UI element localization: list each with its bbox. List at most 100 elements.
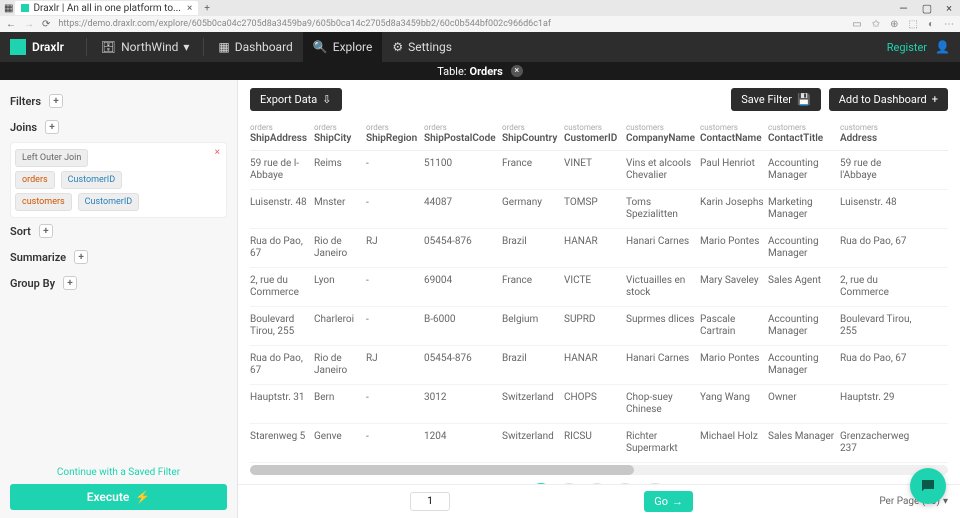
page-1[interactable]: 1 [530,483,552,484]
url-text[interactable]: https://demo.draxlr.com/explore/605b0ca0… [58,19,844,29]
page-last[interactable]: 83 [642,483,668,484]
user-icon[interactable]: 👤 [935,40,950,54]
export-button[interactable]: Export Data ⇩ [250,88,342,111]
plus-icon: + [932,93,938,106]
join-right-col[interactable]: CustomerID [78,193,140,211]
add-join-button[interactable]: + [45,120,59,134]
sort-section: Sort + [10,218,227,244]
join-config[interactable]: × Left Outer Join orders CustomerID cust… [10,142,227,218]
join-left-table[interactable]: orders [15,171,55,189]
groupby-section: Group By + [10,270,227,296]
nav-dashboard[interactable]: ▦ Dashboard [208,32,302,62]
table-indicator: Table: Orders × [0,62,960,80]
window-titlebar: ▦ Draxlr | An all in one platform to... … [0,0,960,16]
extensions-icon[interactable]: ⬚ [909,19,918,30]
page-input[interactable] [410,492,450,511]
remove-join-icon[interactable]: × [215,147,220,158]
joins-section: Joins + [10,114,227,140]
clear-table-icon[interactable]: × [511,65,523,77]
summarize-section: Summarize + [10,244,227,270]
register-link[interactable]: Register [879,41,935,54]
results-panel: Export Data ⇩ Save Filter 💾 Add to Dashb… [238,80,960,518]
nav-explore[interactable]: 🔍 Explore [303,32,383,62]
nav-forward-icon: → [24,19,34,30]
join-type-chip[interactable]: Left Outer Join [15,149,88,167]
browser-tab[interactable]: Draxlr | An all in one platform to... × [15,1,198,15]
gear-icon: ⚙ [392,40,403,54]
col-ShipRegion[interactable]: ordersShipRegion [366,123,424,144]
new-tab-icon[interactable]: + [204,3,210,14]
window-minimize-icon[interactable]: — [899,2,908,15]
go-button[interactable]: Go → [644,491,693,512]
dashboard-icon: ▦ [218,40,229,54]
db-selector[interactable]: 🗄 NorthWind ▾ [91,32,200,62]
chevron-down-icon: ▾ [183,40,189,54]
favorite-icon[interactable]: ✩ [872,19,880,30]
join-left-col[interactable]: CustomerID [61,171,123,189]
brand: Draxlr [32,40,64,54]
menu-icon[interactable]: ⋯ [944,19,954,30]
nav-back-icon[interactable]: ← [6,19,16,30]
col-ShipCountry[interactable]: ordersShipCountry [502,123,564,144]
chevron-down-icon: ▾ [943,496,948,507]
page-3[interactable]: 3 [586,483,608,484]
table-row[interactable]: Hauptstr. 31Bern-3012SwitzerlandCHOPSCho… [250,385,948,424]
col-ShipPostalCode[interactable]: ordersShipPostalCode [424,123,502,144]
reader-icon[interactable]: ▭ [852,19,861,30]
logo-icon [10,39,26,55]
table-row[interactable]: Rua do Pao, 67Rio de JaneiroRJ05454-876B… [250,346,948,385]
table-body: 59 rue de l-AbbayeReims-51100FranceVINET… [250,151,948,463]
saved-filter-link[interactable]: Continue with a Saved Filter [10,461,227,484]
download-icon: ⇩ [322,93,331,106]
results-table: ordersShipAddressordersShipCityordersShi… [238,119,960,484]
table-row[interactable]: 59 rue de l-AbbayeReims-51100FranceVINET… [250,151,948,190]
add-summarize-button[interactable]: + [74,250,88,264]
browser-urlbar: ← → ⟳ https://demo.draxlr.com/explore/60… [0,16,960,32]
results-footer: Go → Per Page (10) ▾ [238,484,960,518]
tab-title: Draxlr | An all in one platform to... [33,3,181,14]
profile-icon[interactable]: ◐ [928,19,934,30]
reload-icon[interactable]: ⟳ [42,19,50,30]
horizontal-scrollbar[interactable] [250,465,948,475]
chat-fab[interactable] [910,468,946,504]
query-sidebar: Filters + Joins + × Left Outer Join orde… [0,80,238,518]
col-Address[interactable]: customersAddress [840,123,920,144]
save-icon: 💾 [797,93,811,106]
col-ContactName[interactable]: customersContactName [700,123,768,144]
table-row[interactable]: Starenweg 5Genve-1204SwitzerlandRICSURic… [250,424,948,463]
save-filter-button[interactable]: Save Filter 💾 [731,88,821,111]
add-sort-button[interactable]: + [39,224,53,238]
col-CompanyName[interactable]: customersCompanyName [626,123,700,144]
col-ShipCity[interactable]: ordersShipCity [314,123,366,144]
join-right-table[interactable]: customers [15,193,72,211]
window-close-icon[interactable]: × [946,2,952,15]
execute-button[interactable]: Execute ⚡ [10,484,227,510]
pagination: Previous 1 2 3 ... 83 Next [250,477,948,484]
page-2[interactable]: 2 [558,483,580,484]
nav-settings[interactable]: ⚙ Settings [382,32,462,62]
table-row[interactable]: Luisenstr. 48Mnster-44087GermanyTOMSPTom… [250,190,948,229]
results-toolbar: Export Data ⇩ Save Filter 💾 Add to Dashb… [238,80,960,119]
col-ShipAddress[interactable]: ordersShipAddress [250,123,314,144]
add-groupby-button[interactable]: + [63,276,77,290]
window-maximize-icon[interactable]: ▢ [922,2,932,15]
search-icon: 🔍 [313,40,328,54]
favicon [21,4,29,12]
filters-section: Filters + [10,88,227,114]
table-row[interactable]: 2, rue du CommerceLyon-69004FranceVICTEV… [250,268,948,307]
arrow-right-icon: → [672,495,683,508]
table-row[interactable]: Rua do Pao, 67Rio de JaneiroRJ05454-876B… [250,229,948,268]
collections-icon[interactable]: ⊕ [890,19,898,30]
col-ContactTitle[interactable]: customersContactTitle [768,123,840,144]
database-icon: 🗄 [101,40,116,54]
table-header: ordersShipAddressordersShipCityordersShi… [250,119,948,151]
app-topnav: Draxlr 🗄 NorthWind ▾ ▦ Dashboard 🔍 Explo… [0,32,960,62]
add-filter-button[interactable]: + [49,94,63,108]
page-dots: ... [614,483,636,484]
tab-list-icon[interactable]: ▦ [4,3,13,14]
close-tab-icon[interactable]: × [187,3,192,14]
table-row[interactable]: Boulevard Tirou, 255Charleroi-B-6000Belg… [250,307,948,346]
col-CustomerID[interactable]: customersCustomerID [564,123,626,144]
add-dashboard-button[interactable]: Add to Dashboard + [829,88,948,111]
bolt-icon: ⚡ [135,490,150,504]
